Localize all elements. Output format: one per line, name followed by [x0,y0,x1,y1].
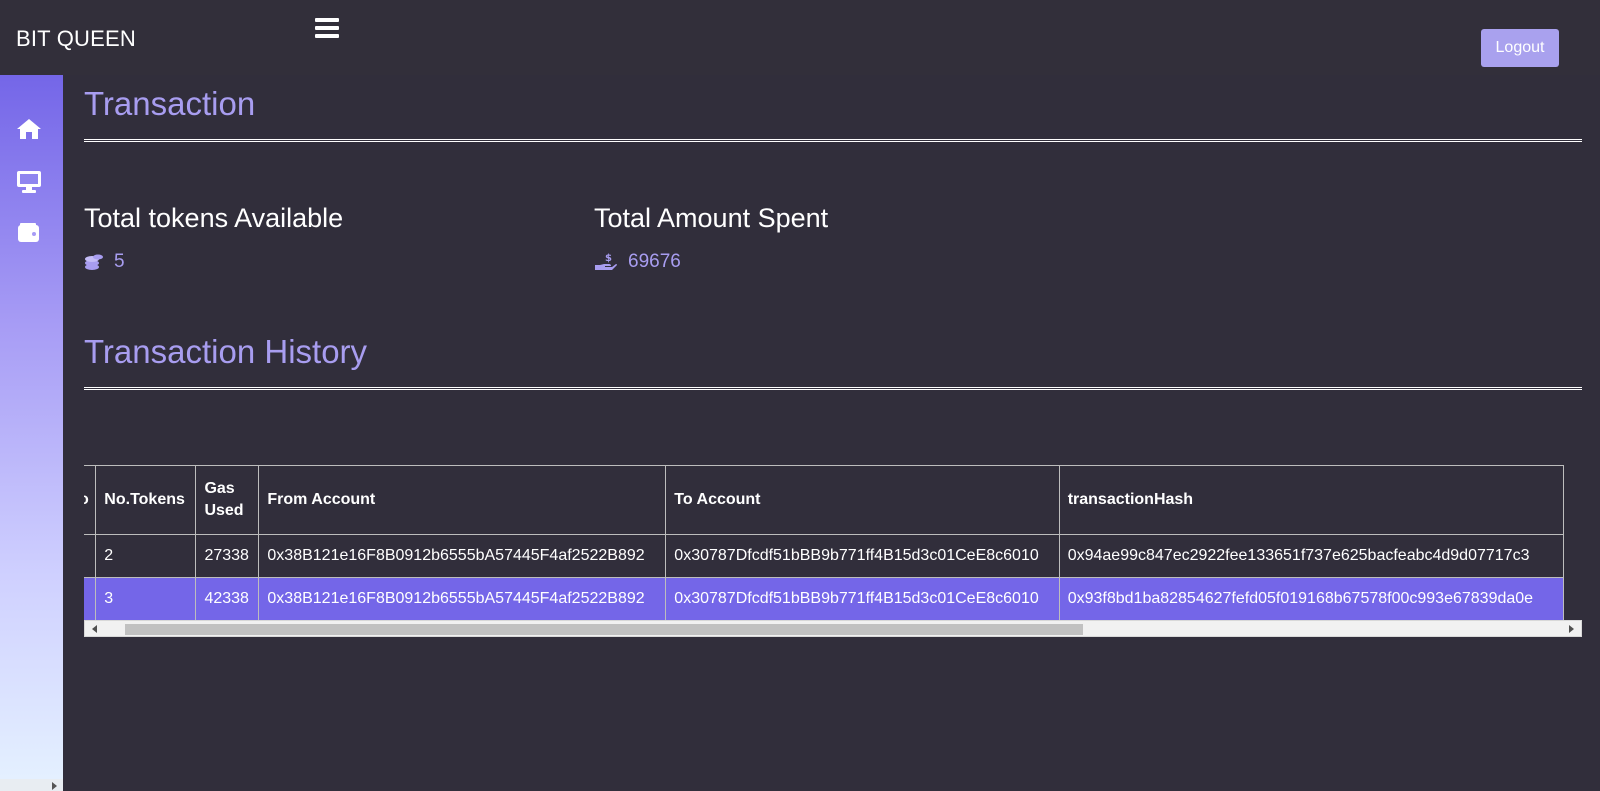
cell-gas: 27338 [195,534,260,578]
table-row-selected[interactable]: 3 42338 0x38B121e16F8B0912b6555bA57445F4… [84,577,1565,621]
menu-toggle-icon[interactable] [315,18,339,40]
title-divider [84,139,1582,142]
brand-title: BIT QUEEN [16,26,136,51]
col-header-no: o [84,465,97,535]
desktop-icon[interactable] [16,170,42,194]
history-table: o No.Tokens Gas Used From Account To Acc… [84,465,1565,621]
cell-hash: 0x93f8bd1ba82854627fefd05f019168b67578f0… [1058,577,1565,621]
history-title: Transaction History [84,333,368,370]
table-header-row: o No.Tokens Gas Used From Account To Acc… [84,465,1565,535]
scrollbar-thumb[interactable] [125,624,1083,635]
table-horizontal-scrollbar[interactable] [84,620,1582,637]
cell-hash: 0x94ae99c847ec2922fee133651f737e625bacfe… [1058,534,1565,578]
cell-gas: 42338 [195,577,260,621]
col-header-gas: Gas Used [195,465,260,535]
cell-to: 0x30787Dfcdf51bBB9b771ff4B15d3c01CeE8c60… [665,534,1060,578]
top-bar: BIT QUEEN Logout [0,0,1600,75]
cell-to: 0x30787Dfcdf51bBB9b771ff4B15d3c01CeE8c60… [665,577,1060,621]
scroll-left-icon[interactable] [92,625,97,633]
sidebar [0,75,63,791]
col-header-hash: transactionHash [1058,465,1565,535]
tokens-value: 5 [114,251,125,272]
coins-icon [84,252,104,272]
tokens-label: Total tokens Available [84,203,344,233]
history-table-container[interactable]: o No.Tokens Gas Used From Account To Acc… [84,465,1582,635]
page-title: Transaction [84,85,256,122]
cell-from: 0x38B121e16F8B0912b6555bA57445F4af2522B8… [258,534,667,578]
col-header-from: From Account [258,465,667,535]
logout-button[interactable]: Logout [1481,29,1559,67]
cell-no [84,534,97,578]
scroll-right-icon[interactable] [1569,625,1574,633]
cell-no [84,577,97,621]
col-header-to: To Account [665,465,1060,535]
spent-label: Total Amount Spent [594,203,829,233]
cell-tokens: 2 [95,534,197,578]
wallet-icon[interactable] [16,221,42,245]
spent-value: 69676 [628,251,681,272]
hand-dollar-icon: $ [594,252,618,272]
table-row[interactable]: 2 27338 0x38B121e16F8B0912b6555bA57445F4… [84,534,1565,578]
cell-from: 0x38B121e16F8B0912b6555bA57445F4af2522B8… [258,577,667,621]
tokens-stat: 5 [84,251,125,273]
home-icon[interactable] [16,118,42,142]
cell-tokens: 3 [95,577,197,621]
svg-text:$: $ [605,253,612,264]
col-header-tokens: No.Tokens [95,465,197,535]
history-divider [84,387,1582,390]
sidebar-scrollbar[interactable] [0,779,63,791]
spent-stat: $ 69676 [594,251,681,273]
